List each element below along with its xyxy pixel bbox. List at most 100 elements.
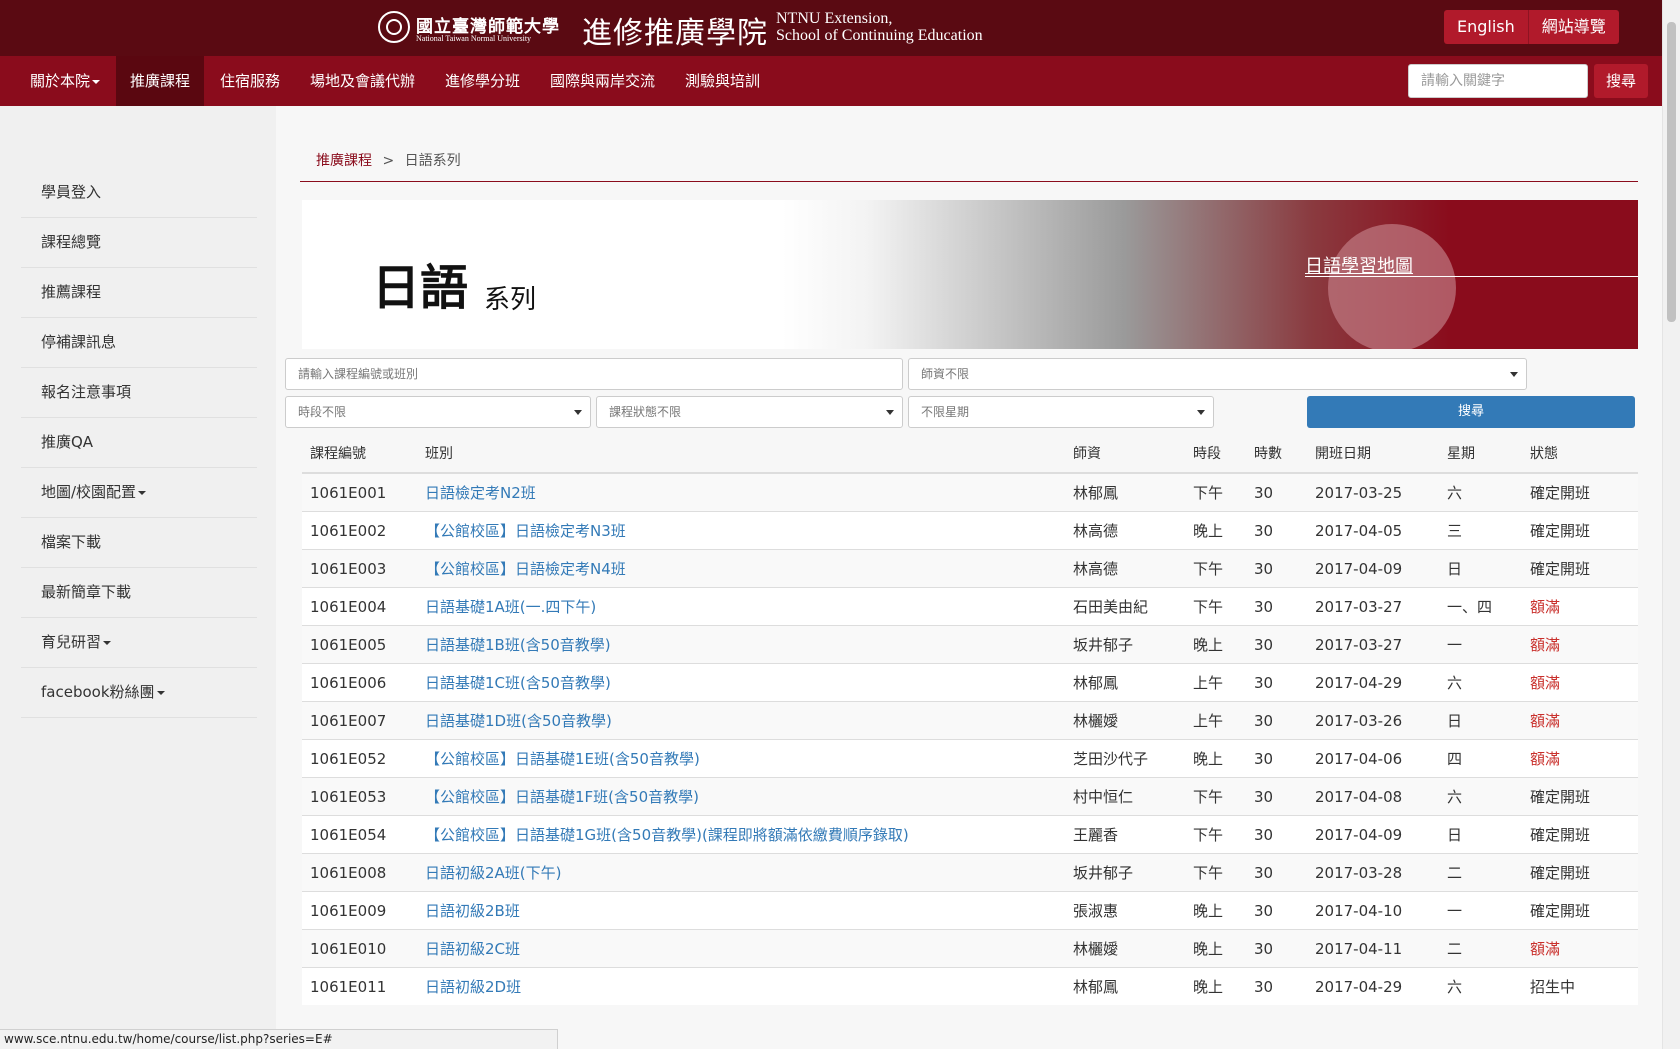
nav-item-international[interactable]: 國際與兩岸交流 <box>536 56 669 106</box>
nav-item-about[interactable]: 關於本院 <box>16 56 114 106</box>
cell-start-date: 2017-04-08 <box>1307 777 1439 816</box>
school-name[interactable]: 進修推廣學院 <box>582 8 768 52</box>
sidebar-item-login[interactable]: 學員登入 <box>21 168 257 218</box>
cell-teacher: 石田美由紀 <box>1065 587 1185 626</box>
site-search-button[interactable]: 搜尋 <box>1594 64 1648 98</box>
sidebar-item-map[interactable]: 地圖/校園配置 <box>21 468 257 518</box>
sidebar-item-recommended[interactable]: 推薦課程 <box>21 268 257 318</box>
nav-item-lodging[interactable]: 住宿服務 <box>206 56 294 106</box>
sidebar-item-overview[interactable]: 課程總覽 <box>21 218 257 268</box>
cell-class-link[interactable]: 日語基礎1A班(一.四下午) <box>417 587 1065 626</box>
filter-search-button[interactable]: 搜尋 <box>1307 396 1635 428</box>
cell-weekday: 六 <box>1439 663 1522 702</box>
cell-course-id: 1061E052 <box>302 739 417 778</box>
banner-subtitle: 系列 <box>484 285 537 315</box>
weekday-select[interactable]: 不限星期 <box>908 396 1214 428</box>
nav-item-venue[interactable]: 場地及會議代辦 <box>296 56 429 106</box>
cell-hours: 30 <box>1246 701 1307 740</box>
scrollbar-thumb[interactable] <box>1667 22 1676 322</box>
cell-class-link[interactable]: 日語檢定考N2班 <box>417 472 1065 512</box>
cell-period: 下午 <box>1185 549 1246 588</box>
course-keyword-input[interactable]: 請輸入課程編號或班別 <box>285 358 903 390</box>
cell-start-date: 2017-04-09 <box>1307 549 1439 588</box>
learning-map-link[interactable]: 日語學習地圖 <box>1305 252 1413 278</box>
table-row: 1061E002 【公館校區】日語檢定考N3班 林高德 晚上 30 2017-04-05 三… <box>302 511 1638 550</box>
cell-class-link[interactable]: 日語初級2D班 <box>417 967 1065 1005</box>
sidebar-item-facebook[interactable]: facebook粉絲團 <box>21 668 257 718</box>
sidebar-item-qa[interactable]: 推廣QA <box>21 418 257 468</box>
status-select[interactable]: 課程狀態不限 <box>596 396 903 428</box>
table-row: 1061E001 日語檢定考N2班 林郁鳳 下午 30 2017-03-25 六確定開班 <box>302 472 1638 512</box>
table-row: 1061E010 日語初級2C班 林欐嬡 晚上 30 2017-04-11 二額滿 <box>302 929 1638 968</box>
col-period: 時段 <box>1185 434 1246 474</box>
cell-hours: 30 <box>1246 663 1307 702</box>
nav-item-credit[interactable]: 進修學分班 <box>431 56 534 106</box>
cell-teacher: 張淑惠 <box>1065 891 1185 930</box>
table-row: 1061E009 日語初級2B班 張淑惠 晚上 30 2017-04-10 一確定開班 <box>302 891 1638 930</box>
browser-status-url: www.sce.ntnu.edu.tw/home/course/list.php… <box>0 1029 558 1049</box>
cell-course-id: 1061E004 <box>302 587 417 626</box>
cell-start-date: 2017-03-27 <box>1307 587 1439 626</box>
cell-class-link[interactable]: 【公館校區】日語檢定考N3班 <box>417 511 1065 550</box>
cell-teacher: 林高德 <box>1065 511 1185 550</box>
cell-status: 確定開班 <box>1522 853 1638 892</box>
cell-start-date: 2017-04-06 <box>1307 739 1439 778</box>
cell-period: 晚上 <box>1185 967 1246 1005</box>
sidebar-item-registration-notes[interactable]: 報名注意事項 <box>21 368 257 418</box>
breadcrumb-separator: > <box>382 153 395 169</box>
cell-class-link[interactable]: 【公館校區】日語基礎1F班(含50音教學) <box>417 777 1065 816</box>
cell-start-date: 2017-04-09 <box>1307 815 1439 854</box>
breadcrumb-parent[interactable]: 推廣課程 <box>316 153 372 169</box>
sidebar-item-suspension[interactable]: 停補課訊息 <box>21 318 257 368</box>
cell-start-date: 2017-03-25 <box>1307 472 1439 512</box>
cell-teacher: 芝田沙代子 <box>1065 739 1185 778</box>
banner-title: 日語 <box>372 260 469 316</box>
university-seal-icon[interactable] <box>378 11 410 43</box>
cell-hours: 30 <box>1246 967 1307 1005</box>
breadcrumb-current: 日語系列 <box>404 153 461 169</box>
cell-class-link[interactable]: 日語基礎1D班(含50音教學) <box>417 701 1065 740</box>
cell-weekday: 二 <box>1439 853 1522 892</box>
english-button[interactable]: English <box>1444 10 1528 44</box>
sidebar-item-brochure[interactable]: 最新簡章下載 <box>21 568 257 618</box>
sidebar-item-parenting[interactable]: 育兒研習 <box>21 618 257 668</box>
banner-divider <box>1305 276 1638 277</box>
cell-course-id: 1061E006 <box>302 663 417 702</box>
cell-teacher: 王麗香 <box>1065 815 1185 854</box>
cell-weekday: 一 <box>1439 625 1522 664</box>
teacher-select[interactable]: 師資不限 <box>908 358 1527 390</box>
cell-hours: 30 <box>1246 929 1307 968</box>
nav-item-courses[interactable]: 推廣課程 <box>116 56 205 106</box>
table-row: 1061E054 【公館校區】日語基礎1G班(含50音教學)(課程即將額滿依繳費順… <box>302 815 1638 854</box>
cell-status: 確定開班 <box>1522 472 1638 512</box>
cell-class-link[interactable]: 日語初級2B班 <box>417 891 1065 930</box>
cell-class-link[interactable]: 日語初級2A班(下午) <box>417 853 1065 892</box>
cell-weekday: 日 <box>1439 701 1522 740</box>
cell-class-link[interactable]: 【公館校區】日語檢定考N4班 <box>417 549 1065 588</box>
cell-weekday: 一 <box>1439 891 1522 930</box>
site-search-input[interactable]: 請輸入關鍵字 <box>1408 64 1588 98</box>
table-row: 1061E053 【公館校區】日語基礎1F班(含50音教學) 村中恒仁 下午 30 201… <box>302 777 1638 816</box>
cell-status: 額滿 <box>1522 663 1638 702</box>
cell-hours: 30 <box>1246 891 1307 930</box>
cell-class-link[interactable]: 日語初級2C班 <box>417 929 1065 968</box>
cell-period: 下午 <box>1185 587 1246 626</box>
cell-class-link[interactable]: 【公館校區】日語基礎1G班(含50音教學)(課程即將額滿依繳費順序錄取) <box>417 815 1065 854</box>
col-class: 班別 <box>417 434 1065 474</box>
caret-down-icon <box>138 490 147 495</box>
page-scrollbar[interactable] <box>1662 0 1680 1049</box>
cell-class-link[interactable]: 日語基礎1C班(含50音教學) <box>417 663 1065 702</box>
sidebar-item-downloads[interactable]: 檔案下載 <box>21 518 257 568</box>
sitemap-button[interactable]: 網站導覽 <box>1527 10 1619 44</box>
caret-down-icon <box>103 640 112 645</box>
cell-class-link[interactable]: 日語基礎1B班(含50音教學) <box>417 625 1065 664</box>
cell-course-id: 1061E005 <box>302 625 417 664</box>
nav-item-testing[interactable]: 測驗與培訓 <box>671 56 774 106</box>
cell-weekday: 六 <box>1439 777 1522 816</box>
cell-class-link[interactable]: 【公館校區】日語基礎1E班(含50音教學) <box>417 739 1065 778</box>
main-content: 推廣課程 > 日語系列 日語 系列 日語學習地圖 請輸入課程編號或班別 師資不限… <box>276 106 1662 1049</box>
cell-hours: 30 <box>1246 815 1307 854</box>
period-select[interactable]: 時段不限 <box>285 396 591 428</box>
table-row: 1061E006 日語基礎1C班(含50音教學) 林郁鳳 上午 30 2017-04-29… <box>302 663 1638 702</box>
cell-status: 額滿 <box>1522 701 1638 740</box>
